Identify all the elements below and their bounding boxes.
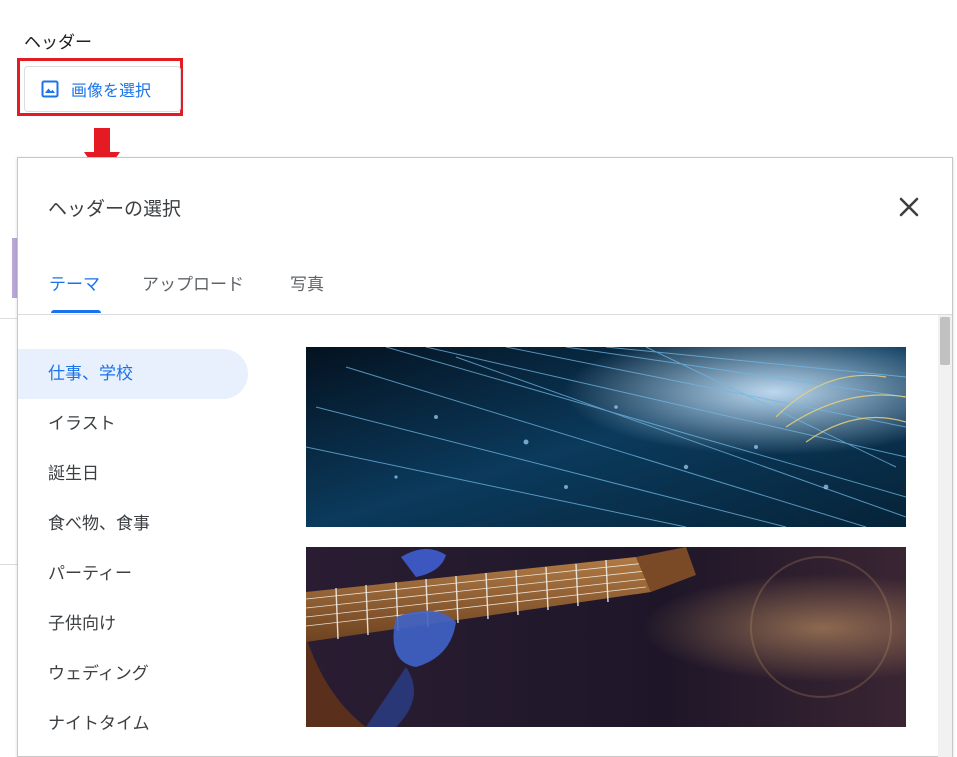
- header-thumbnail[interactable]: [306, 547, 906, 727]
- category-item[interactable]: イラスト: [18, 399, 258, 449]
- close-icon[interactable]: [896, 194, 922, 220]
- select-image-button[interactable]: 画像を選択: [24, 66, 181, 112]
- tab-upload[interactable]: アップロード: [142, 270, 244, 295]
- header-selection-dialog: ヘッダーの選択 テーマ アップロード 写真 仕事、学校 イラスト 誕生日 食べ物…: [17, 157, 953, 757]
- scrollbar-track[interactable]: [938, 315, 952, 757]
- section-label: ヘッダー: [24, 33, 92, 53]
- category-item[interactable]: 仕事、学校: [18, 349, 248, 399]
- category-item[interactable]: ウェディング: [18, 649, 258, 699]
- scrollbar-thumb[interactable]: [940, 317, 950, 365]
- active-tab-indicator: [51, 310, 101, 313]
- tab-photos[interactable]: 写真: [290, 270, 324, 295]
- background-divider: [0, 318, 17, 319]
- tab-bar: テーマ アップロード 写真: [18, 262, 952, 315]
- category-item[interactable]: 子供向け: [18, 599, 258, 649]
- category-list: 仕事、学校 イラスト 誕生日 食べ物、食事 パーティー 子供向け ウェディング …: [18, 349, 258, 749]
- image-icon: [41, 80, 59, 98]
- category-item[interactable]: 食べ物、食事: [18, 499, 258, 549]
- category-item[interactable]: 誕生日: [18, 449, 258, 499]
- category-item[interactable]: ナイトタイム: [18, 699, 258, 749]
- header-thumbnail[interactable]: [306, 347, 906, 527]
- dialog-title: ヘッダーの選択: [48, 198, 182, 220]
- tab-theme[interactable]: テーマ: [49, 270, 100, 295]
- background-divider: [0, 564, 17, 565]
- category-item[interactable]: パーティー: [18, 549, 258, 599]
- select-image-label: 画像を選択: [71, 81, 152, 100]
